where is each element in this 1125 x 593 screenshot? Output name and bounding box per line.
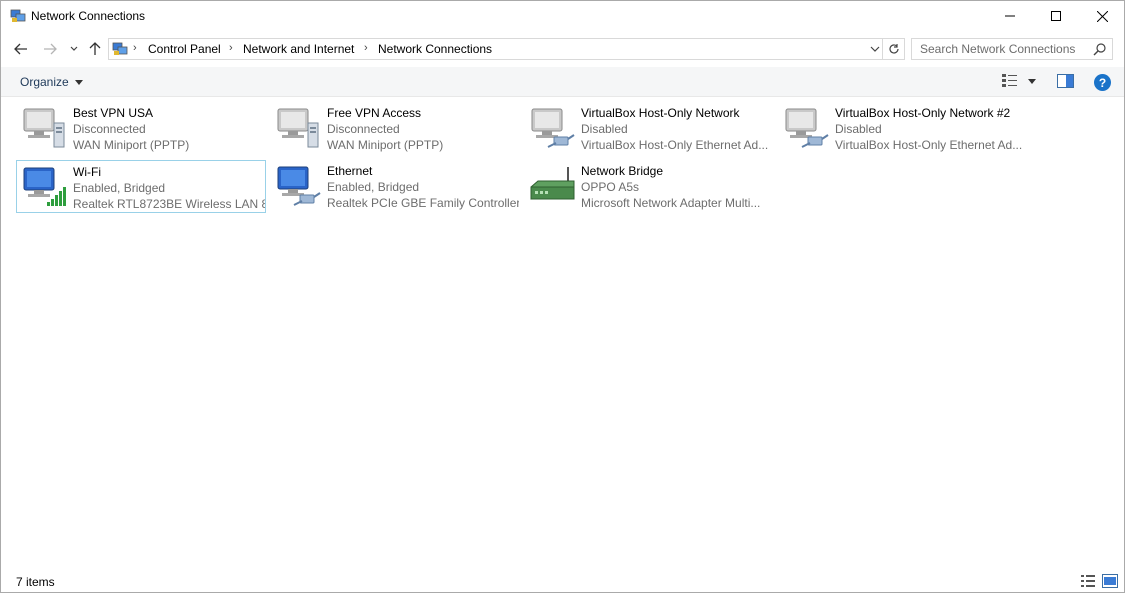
connection-device: VirtualBox Host-Only Ethernet Ad... bbox=[581, 138, 769, 152]
minimize-button[interactable] bbox=[987, 1, 1033, 31]
connection-status: Disabled bbox=[835, 122, 882, 136]
breadcrumb-control-panel[interactable]: Control Panel bbox=[148, 42, 221, 56]
refresh-button[interactable] bbox=[883, 38, 905, 60]
maximize-icon bbox=[1051, 11, 1061, 21]
connection-name: Network Bridge bbox=[581, 164, 664, 178]
ethernet-disabled-icon bbox=[531, 108, 575, 148]
network-connections-window: Network Connections › Control Panel › Ne… bbox=[0, 0, 1125, 593]
chevron-down-icon bbox=[70, 46, 78, 51]
arrow-up-icon bbox=[89, 42, 101, 55]
organize-button[interactable]: Organize bbox=[14, 72, 89, 92]
recent-locations-button[interactable] bbox=[64, 38, 84, 60]
close-button[interactable] bbox=[1079, 1, 1125, 31]
view-options-dropdown[interactable] bbox=[1028, 79, 1036, 84]
refresh-icon bbox=[888, 44, 899, 54]
search-input[interactable]: Search Network Connections bbox=[911, 38, 1113, 60]
title-bar: Network Connections bbox=[1, 1, 1124, 32]
wifi-connection-icon bbox=[23, 167, 66, 206]
search-placeholder: Search Network Connections bbox=[920, 42, 1076, 56]
large-icons-view-icon[interactable] bbox=[1102, 574, 1118, 588]
connection-item-free-vpn-access[interactable]: Free VPN Access Disconnected WAN Minipor… bbox=[271, 102, 521, 155]
help-button[interactable]: ? bbox=[1094, 74, 1111, 91]
connections-list: Best VPN USA Disconnected WAN Miniport (… bbox=[1, 98, 1124, 568]
maximize-button[interactable] bbox=[1033, 1, 1079, 31]
arrow-left-icon bbox=[14, 43, 27, 55]
search-icon bbox=[1093, 43, 1106, 56]
close-icon bbox=[1096, 10, 1108, 22]
vpn-connection-icon bbox=[277, 108, 319, 148]
connection-device: WAN Miniport (PPTP) bbox=[73, 138, 190, 152]
ethernet-disabled-icon bbox=[785, 108, 829, 148]
connection-status: Enabled, Bridged bbox=[73, 181, 166, 195]
connection-status: Disconnected bbox=[327, 122, 400, 136]
change-view-icon[interactable] bbox=[1001, 73, 1019, 89]
connection-name: VirtualBox Host-Only Network bbox=[581, 106, 740, 120]
help-label: ? bbox=[1098, 75, 1107, 90]
connection-item-virtualbox-host-only-network[interactable]: VirtualBox Host-Only Network Disabled Vi… bbox=[525, 102, 775, 155]
caret-down-icon bbox=[74, 79, 83, 85]
connection-name: VirtualBox Host-Only Network #2 bbox=[835, 106, 1011, 120]
preview-pane-icon[interactable] bbox=[1057, 74, 1074, 88]
connection-item-best-vpn-usa[interactable]: Best VPN USA Disconnected WAN Miniport (… bbox=[17, 102, 267, 155]
chevron-right-icon[interactable]: › bbox=[133, 42, 137, 54]
command-bar: Organize ? bbox=[1, 67, 1124, 97]
chevron-down-icon[interactable] bbox=[868, 42, 882, 56]
connection-name: Best VPN USA bbox=[73, 106, 154, 120]
back-button[interactable] bbox=[11, 38, 31, 60]
forward-button[interactable] bbox=[40, 38, 60, 60]
window-title: Network Connections bbox=[31, 9, 146, 23]
navigation-bar: › Control Panel › Network and Internet ›… bbox=[1, 34, 1124, 64]
up-button[interactable] bbox=[85, 38, 105, 60]
connection-device: Realtek PCIe GBE Family Controller bbox=[327, 196, 519, 210]
organize-label: Organize bbox=[20, 75, 69, 89]
control-panel-icon bbox=[112, 42, 128, 55]
connection-status: Disabled bbox=[581, 122, 628, 136]
details-view-icon[interactable] bbox=[1080, 574, 1096, 588]
network-connections-icon bbox=[10, 9, 26, 22]
vpn-connection-icon bbox=[23, 108, 65, 148]
connection-status: Enabled, Bridged bbox=[327, 180, 420, 194]
chevron-right-icon[interactable]: › bbox=[229, 42, 233, 54]
minimize-icon bbox=[1005, 15, 1015, 17]
connection-name: Ethernet bbox=[327, 164, 373, 178]
breadcrumb-network-connections[interactable]: Network Connections bbox=[378, 42, 492, 56]
item-count: 7 items bbox=[16, 575, 55, 589]
arrow-right-icon bbox=[44, 43, 57, 55]
network-bridge-icon bbox=[530, 167, 575, 200]
connection-item-virtualbox-host-only-network-2[interactable]: VirtualBox Host-Only Network #2 Disabled… bbox=[779, 102, 1029, 155]
connection-item-ethernet[interactable]: Ethernet Enabled, Bridged Realtek PCIe G… bbox=[271, 160, 521, 213]
breadcrumb-network-and-internet[interactable]: Network and Internet bbox=[243, 42, 354, 56]
connection-name: Wi-Fi bbox=[73, 165, 101, 179]
connection-item-wi-fi[interactable]: Wi-Fi Enabled, Bridged Realtek RTL8723BE… bbox=[16, 160, 266, 213]
connection-device: VirtualBox Host-Only Ethernet Ad... bbox=[835, 138, 1023, 152]
ethernet-connection-icon bbox=[277, 166, 321, 206]
status-bar: 7 items bbox=[1, 571, 1124, 593]
chevron-right-icon[interactable]: › bbox=[364, 42, 368, 54]
connection-device: WAN Miniport (PPTP) bbox=[327, 138, 444, 152]
connection-device: Realtek RTL8723BE Wireless LAN 8... bbox=[73, 197, 265, 211]
address-bar[interactable]: › Control Panel › Network and Internet ›… bbox=[108, 38, 883, 60]
connection-item-network-bridge[interactable]: Network Bridge OPPO A5s Microsoft Networ… bbox=[525, 160, 775, 213]
connection-name: Free VPN Access bbox=[327, 106, 422, 120]
connection-status: Disconnected bbox=[73, 122, 146, 136]
connection-status: OPPO A5s bbox=[581, 180, 640, 194]
connection-device: Microsoft Network Adapter Multi... bbox=[581, 196, 761, 210]
